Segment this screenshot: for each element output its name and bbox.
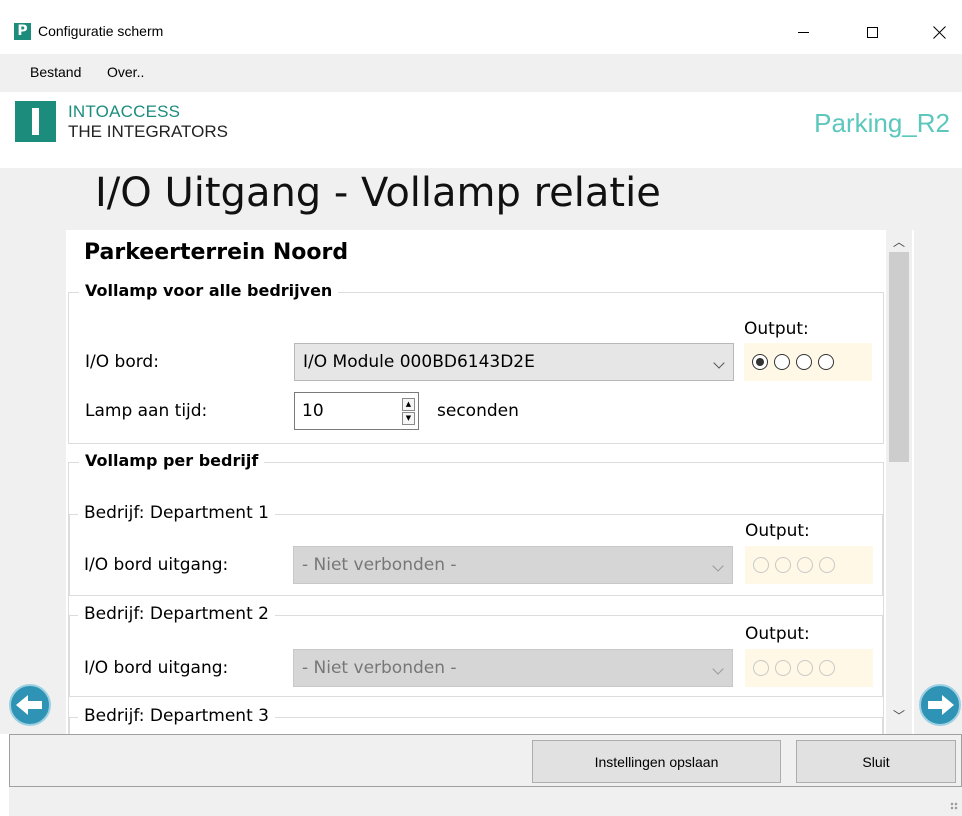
device-name: Parking_R2	[814, 108, 950, 138]
arrow-left-icon[interactable]	[9, 684, 51, 726]
company-group-1: Bedrijf: Department 1 Output: I/O bord u…	[69, 503, 883, 596]
output-radio-4[interactable]	[818, 354, 834, 370]
settings-panel: Parkeerterrein Noord Vollamp voor alle b…	[66, 230, 914, 734]
arrow-right-icon[interactable]	[919, 684, 961, 726]
lamp-time-stepper[interactable]: 10 ▲ ▼	[294, 392, 419, 430]
app-icon: P	[14, 23, 31, 40]
output-radio-2[interactable]	[774, 354, 790, 370]
save-settings-button[interactable]: Instellingen opslaan	[532, 740, 781, 783]
area-title: Parkeerterrein Noord	[84, 240, 349, 265]
lamp-time-label: Lamp aan tijd:	[85, 401, 208, 421]
company-1-board-select[interactable]: - Niet verbonden -	[293, 546, 733, 584]
menu-item-bestand[interactable]: Bestand	[30, 64, 81, 80]
brand-tagline: THE INTEGRATORS	[68, 122, 228, 141]
company-2-board-label: I/O bord uitgang:	[84, 658, 229, 678]
company-2-board-select[interactable]: - Niet verbonden -	[293, 649, 733, 687]
company-legend-2: Bedrijf: Department 2	[78, 604, 275, 624]
scroll-up-icon[interactable]: ︿	[886, 232, 912, 250]
output-radio-1[interactable]	[752, 354, 768, 370]
output-radio-group	[744, 343, 872, 381]
title-bar: P Configuratie scherm	[0, 10, 962, 54]
company-legend-3: Bedrijf: Department 3	[78, 706, 275, 726]
company-2-output-label: Output:	[745, 624, 810, 644]
menu-item-over[interactable]: Over..	[107, 64, 144, 80]
menu-bar: Bestand Over..	[0, 54, 962, 92]
close-icon	[933, 26, 946, 39]
minimize-button[interactable]	[780, 10, 826, 54]
group-legend-per-company: Vollamp per bedrijf	[79, 451, 265, 470]
company-2-output-radio-1[interactable]	[753, 660, 769, 676]
window-title: Configuratie scherm	[38, 23, 164, 39]
company-1-output-radio-1[interactable]	[753, 557, 769, 573]
brand-header: INTOACCESS THE INTEGRATORS Parking_R2	[0, 92, 962, 168]
status-bar	[9, 787, 962, 816]
company-2-output-radio-3[interactable]	[797, 660, 813, 676]
minimize-icon	[797, 31, 809, 33]
close-window-button[interactable]	[916, 10, 962, 54]
maximize-button[interactable]	[849, 10, 895, 54]
company-2-output-radio-4[interactable]	[819, 660, 835, 676]
company-1-output-radio-3[interactable]	[797, 557, 813, 573]
resize-grip-icon[interactable]	[950, 802, 958, 810]
company-2-output-radio-2[interactable]	[775, 660, 791, 676]
io-board-select[interactable]: I/O Module 000BD6143D2E	[294, 343, 734, 381]
footer-bar: Instellingen opslaan Sluit	[9, 734, 962, 787]
scroll-thumb[interactable]	[889, 252, 909, 462]
brand-name: INTOACCESS	[68, 102, 181, 121]
group-all-companies: Vollamp voor alle bedrijven Output: I/O …	[68, 281, 884, 444]
maximize-icon	[866, 26, 878, 38]
company-legend-1: Bedrijf: Department 1	[78, 503, 275, 523]
panel-scrollbar[interactable]: ︿ ﹀	[886, 230, 912, 734]
company-1-board-value: - Niet verbonden -	[302, 555, 457, 575]
logo	[15, 101, 56, 142]
chevron-down-icon	[713, 357, 725, 369]
page-title: I/O Uitgang - Vollamp relatie	[95, 170, 661, 216]
company-1-board-label: I/O bord uitgang:	[84, 555, 229, 575]
group-legend-all-companies: Vollamp voor alle bedrijven	[79, 281, 339, 300]
chevron-down-icon	[712, 663, 724, 675]
group-per-company: Vollamp per bedrijf Bedrijf: Department …	[68, 451, 884, 734]
io-board-value: I/O Module 000BD6143D2E	[303, 352, 535, 372]
scroll-down-icon[interactable]: ﹀	[886, 706, 912, 724]
company-1-output-radio-2[interactable]	[775, 557, 791, 573]
io-board-label: I/O bord:	[85, 352, 159, 372]
content-area: I/O Uitgang - Vollamp relatie Parkeerter…	[0, 168, 962, 734]
chevron-down-icon	[712, 560, 724, 572]
output-label: Output:	[744, 319, 809, 339]
close-button[interactable]: Sluit	[796, 740, 956, 783]
spin-up-icon[interactable]: ▲	[402, 398, 415, 411]
company-1-output-label: Output:	[745, 521, 810, 541]
company-1-output-radio-group	[745, 546, 873, 584]
company-2-board-value: - Niet verbonden -	[302, 658, 457, 678]
lamp-time-value: 10	[302, 401, 324, 421]
company-2-output-radio-group	[745, 649, 873, 687]
output-radio-3[interactable]	[796, 354, 812, 370]
spin-down-icon[interactable]: ▼	[402, 412, 415, 425]
company-1-output-radio-4[interactable]	[819, 557, 835, 573]
company-group-2: Bedrijf: Department 2 Output: I/O bord u…	[69, 604, 883, 697]
company-group-3: Bedrijf: Department 3	[69, 706, 883, 734]
lamp-time-unit: seconden	[437, 401, 519, 421]
